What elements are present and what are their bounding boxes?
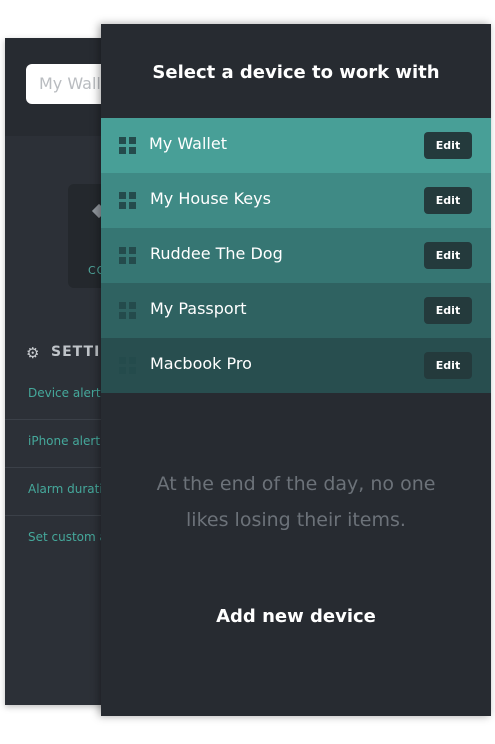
add-new-device-button[interactable]: Add new device <box>101 606 491 627</box>
settings-item-alarm-duration[interactable]: Alarm duration <box>5 468 110 516</box>
drag-handle-icon[interactable] <box>119 137 136 154</box>
settings-item-device-alert[interactable]: Device alert se <box>5 372 110 420</box>
device-name: My House Keys <box>150 189 271 208</box>
drawer-title: Select a device to work with <box>152 62 440 83</box>
tagline-line: likes losing their items. <box>186 509 406 531</box>
device-item-my-house-keys[interactable]: My House Keys Edit <box>101 173 491 228</box>
device-selector-drawer: Select a device to work with My Wallet E… <box>101 24 491 716</box>
device-item-my-passport[interactable]: My Passport Edit <box>101 283 491 338</box>
background-header: My Wallet <box>5 38 110 136</box>
gear-icon: ⚙ <box>26 344 40 362</box>
device-item-macbook-pro[interactable]: Macbook Pro Edit <box>101 338 491 393</box>
drag-handle-icon[interactable] <box>119 357 136 374</box>
device-item-ruddee-the-dog[interactable]: Ruddee The Dog Edit <box>101 228 491 283</box>
edit-button[interactable]: Edit <box>424 297 472 324</box>
drag-handle-icon[interactable] <box>119 302 136 319</box>
edit-button[interactable]: Edit <box>424 242 472 269</box>
settings-item-label: Device alert se <box>28 386 110 400</box>
edit-button[interactable]: Edit <box>424 132 472 159</box>
device-item-my-wallet[interactable]: My Wallet Edit <box>101 118 491 173</box>
device-name: Macbook Pro <box>150 354 252 373</box>
drag-handle-icon[interactable] <box>119 247 136 264</box>
edit-button[interactable]: Edit <box>424 352 472 379</box>
background-screen: My Wallet CO ⚙ SETTIN Device alert se iP… <box>5 38 110 705</box>
device-name: My Passport <box>150 299 247 318</box>
settings-item-custom-alert[interactable]: Set custom ale <box>5 516 110 564</box>
settings-item-label: iPhone alert <box>28 434 101 448</box>
settings-item-label: Alarm duration <box>28 482 110 496</box>
settings-item-iphone-alert[interactable]: iPhone alert <box>5 420 110 468</box>
tagline: At the end of the day, no one likes losi… <box>101 466 491 538</box>
device-list: My Wallet Edit My House Keys Edit Ruddee… <box>101 118 491 393</box>
drag-handle-icon[interactable] <box>119 192 136 209</box>
device-name: Ruddee The Dog <box>150 244 283 263</box>
search-input[interactable]: My Wallet <box>26 64 110 104</box>
edit-button[interactable]: Edit <box>424 187 472 214</box>
device-name: My Wallet <box>149 134 227 153</box>
tagline-line: At the end of the day, no one <box>156 473 436 495</box>
settings-item-label: Set custom ale <box>28 530 110 544</box>
